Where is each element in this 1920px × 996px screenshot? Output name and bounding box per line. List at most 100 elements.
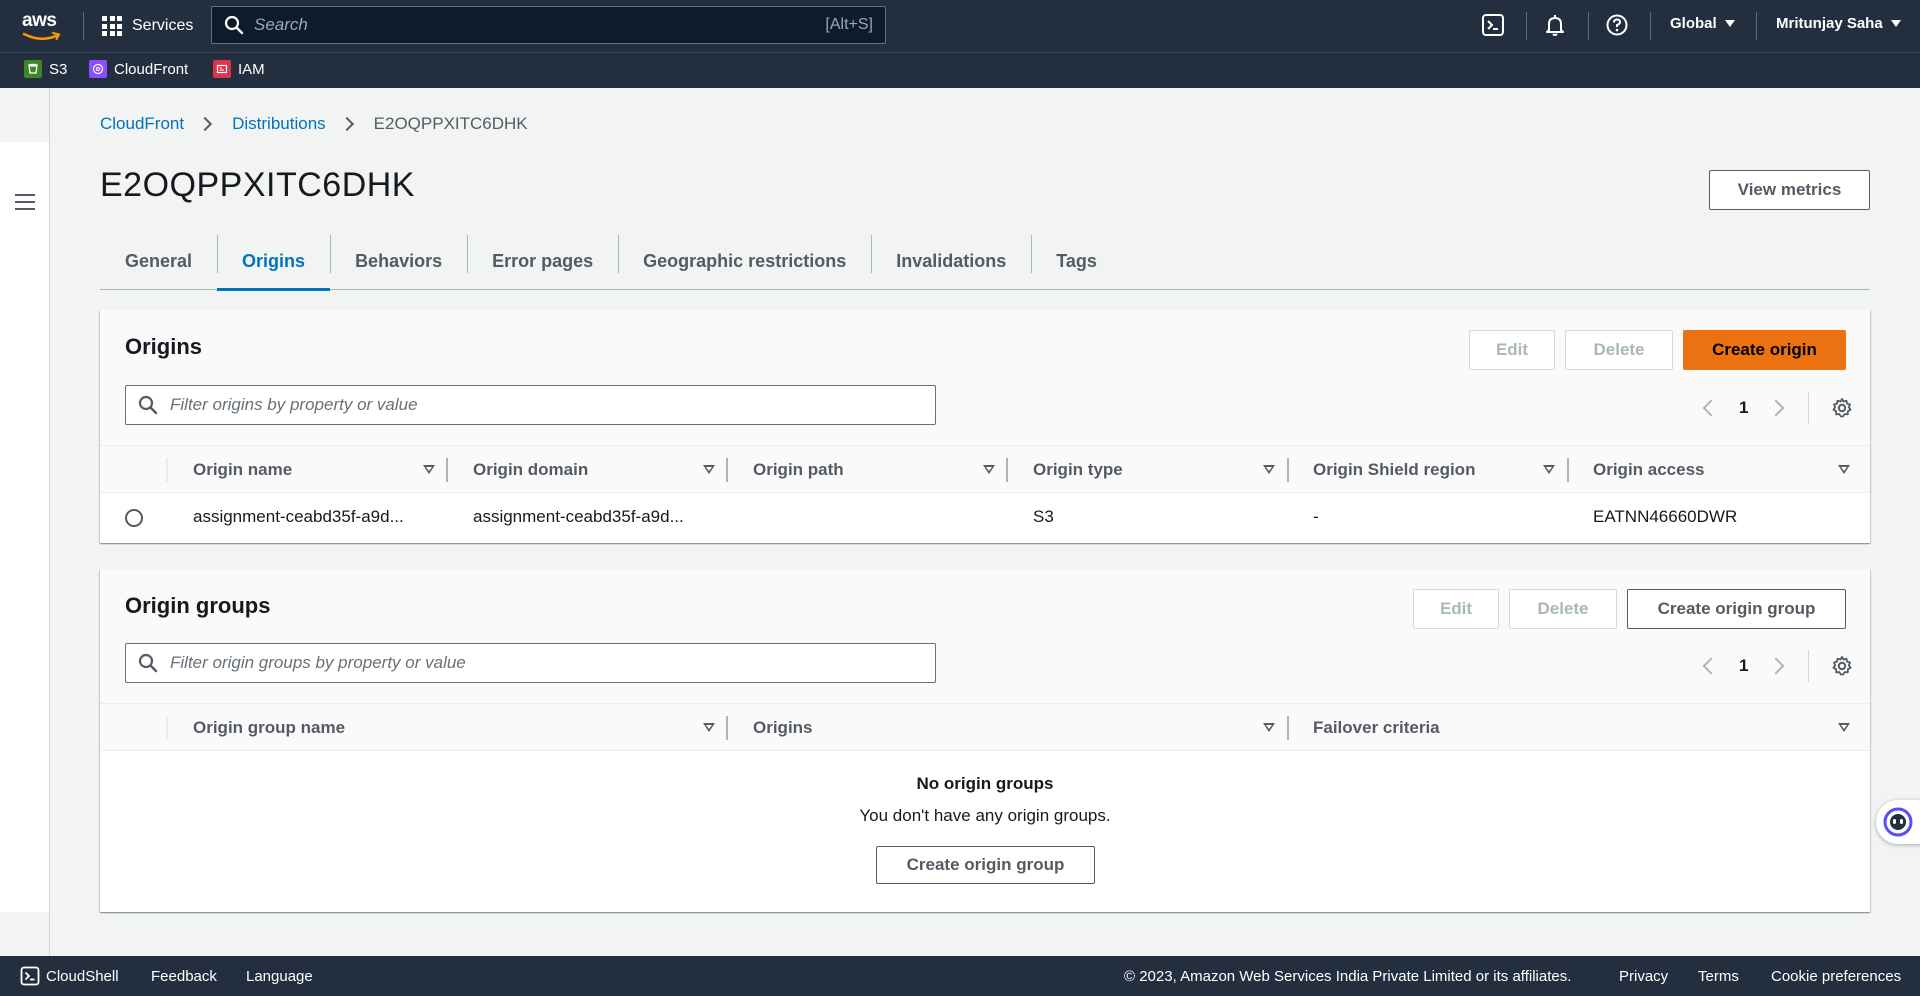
column-divider <box>166 458 168 482</box>
terms-link[interactable]: Terms <box>1698 968 1739 985</box>
cloudshell-footer-button[interactable]: CloudShell <box>20 966 119 986</box>
column-divider <box>1287 458 1289 482</box>
chevron-right-icon <box>339 116 354 132</box>
column-divider <box>446 458 448 482</box>
column-origins[interactable]: Origins <box>753 704 1278 752</box>
assistant-bot-icon <box>1883 807 1913 837</box>
side-navigation-rail <box>0 88 50 956</box>
sort-caret-icon <box>983 465 995 474</box>
settings-gear-icon[interactable] <box>1831 655 1853 677</box>
assistant-floating-button[interactable] <box>1876 800 1920 844</box>
column-failover-criteria[interactable]: Failover criteria <box>1313 704 1853 752</box>
favorite-s3[interactable]: S3 <box>24 60 67 78</box>
empty-create-origin-group-button[interactable]: Create origin group <box>876 846 1095 884</box>
page-number[interactable]: 1 <box>1739 398 1748 418</box>
favorite-label: S3 <box>49 60 68 78</box>
chevron-down-icon <box>1890 20 1901 27</box>
origins-table-body: assignment-ceabd35f-a9d... assignment-ce… <box>100 493 1870 543</box>
create-origin-button[interactable]: Create origin <box>1683 330 1846 370</box>
edit-origin-group-button[interactable]: Edit <box>1413 589 1499 629</box>
cell-origin-access: EATNN46660DWR <box>1593 507 1738 526</box>
notifications-bell-icon[interactable] <box>1542 12 1568 38</box>
breadcrumb-distributions[interactable]: Distributions <box>232 114 326 134</box>
sort-caret-icon <box>1838 465 1850 474</box>
search-placeholder: Search <box>254 15 308 34</box>
column-origin-group-name[interactable]: Origin group name <box>193 704 718 752</box>
services-menu[interactable]: Services <box>102 14 193 38</box>
tab-error-pages[interactable]: Error pages <box>467 232 618 290</box>
column-origin-shield-region[interactable]: Origin Shield region <box>1313 446 1558 494</box>
sort-caret-icon <box>703 723 715 732</box>
help-icon[interactable] <box>1604 12 1630 38</box>
aws-logo[interactable]: aws <box>20 8 64 44</box>
column-origin-type[interactable]: Origin type <box>1033 446 1278 494</box>
privacy-link[interactable]: Privacy <box>1619 968 1668 985</box>
page-number[interactable]: 1 <box>1739 656 1748 676</box>
region-selector[interactable]: Global <box>1670 15 1735 32</box>
sort-caret-icon <box>1543 465 1555 474</box>
column-label: Origin domain <box>473 460 589 479</box>
empty-state-title: No origin groups <box>916 774 1054 793</box>
favorite-cloudfront[interactable]: CloudFront <box>89 60 188 78</box>
search-icon <box>224 15 244 35</box>
breadcrumb-current: E2OQPPXITC6DHK <box>373 114 528 133</box>
tab-geographic-restrictions[interactable]: Geographic restrictions <box>618 232 871 290</box>
create-origin-group-button[interactable]: Create origin group <box>1627 589 1846 629</box>
feedback-link[interactable]: Feedback <box>151 968 217 985</box>
table-row[interactable]: assignment-ceabd35f-a9d... assignment-ce… <box>100 493 1870 543</box>
column-origin-access[interactable]: Origin access <box>1593 446 1853 494</box>
footer: CloudShell Feedback Language © 2023, Ama… <box>0 956 1920 996</box>
chevron-down-icon <box>1724 20 1735 27</box>
nav-divider <box>1756 12 1757 40</box>
origins-panel: Origins Edit Delete Create origin Filter… <box>100 310 1870 543</box>
column-origin-path[interactable]: Origin path <box>753 446 998 494</box>
origins-title: Origins <box>125 334 203 359</box>
favorite-iam[interactable]: IAM <box>213 60 265 78</box>
copyright-text: © 2023, Amazon Web Services India Privat… <box>1124 968 1572 985</box>
tab-general[interactable]: General <box>100 232 217 290</box>
tab-bar: General Origins Behaviors Error pages Ge… <box>100 232 1870 291</box>
chevron-right-icon[interactable] <box>1767 399 1785 417</box>
top-navigation: aws Services Search [Alt+S] Global Mritu… <box>0 0 1920 52</box>
origins-pagination: 1 <box>1702 392 1853 424</box>
cell-origin-shield-region: - <box>1313 507 1319 526</box>
search-input[interactable]: Search [Alt+S] <box>211 6 886 44</box>
sort-caret-icon <box>1263 723 1275 732</box>
tab-behaviors[interactable]: Behaviors <box>330 232 467 290</box>
column-label: Origins <box>753 718 813 737</box>
column-divider <box>1006 458 1008 482</box>
account-menu[interactable]: Mritunjay Saha <box>1776 15 1901 32</box>
menu-hamburger-icon[interactable] <box>15 194 35 210</box>
cookie-preferences-link[interactable]: Cookie preferences <box>1771 968 1901 985</box>
nav-divider <box>1526 12 1527 40</box>
breadcrumb-cloudfront[interactable]: CloudFront <box>100 114 184 134</box>
tab-tags[interactable]: Tags <box>1031 232 1122 290</box>
tab-origins[interactable]: Origins <box>217 232 331 291</box>
view-metrics-button[interactable]: View metrics <box>1709 170 1870 210</box>
region-label: Global <box>1670 15 1717 32</box>
column-label: Origin Shield region <box>1313 460 1476 479</box>
nav-divider <box>1650 12 1651 40</box>
column-divider <box>726 716 728 740</box>
page-title: E2OQPPXITC6DHK <box>100 166 415 204</box>
column-origin-name[interactable]: Origin name <box>193 446 438 494</box>
row-radio-button[interactable] <box>125 509 143 527</box>
settings-gear-icon[interactable] <box>1831 397 1853 419</box>
s3-icon <box>24 60 42 78</box>
column-origin-domain[interactable]: Origin domain <box>473 446 718 494</box>
chevron-left-icon[interactable] <box>1702 399 1720 417</box>
chevron-right-icon[interactable] <box>1767 657 1785 675</box>
favorite-label: CloudFront <box>114 60 189 78</box>
favorite-label: IAM <box>238 60 265 78</box>
delete-origin-group-button[interactable]: Delete <box>1509 589 1617 629</box>
origins-filter-input[interactable]: Filter origins by property or value <box>125 385 936 425</box>
cloudshell-icon[interactable] <box>1480 12 1506 38</box>
language-link[interactable]: Language <box>246 968 313 985</box>
chevron-left-icon[interactable] <box>1702 657 1720 675</box>
breadcrumb: CloudFront Distributions E2OQPPXITC6DHK <box>100 114 528 134</box>
column-label: Failover criteria <box>1313 718 1440 737</box>
tab-invalidations[interactable]: Invalidations <box>871 232 1031 290</box>
origin-groups-filter-input[interactable]: Filter origin groups by property or valu… <box>125 643 936 683</box>
edit-origin-button[interactable]: Edit <box>1469 330 1555 370</box>
delete-origin-button[interactable]: Delete <box>1565 330 1673 370</box>
